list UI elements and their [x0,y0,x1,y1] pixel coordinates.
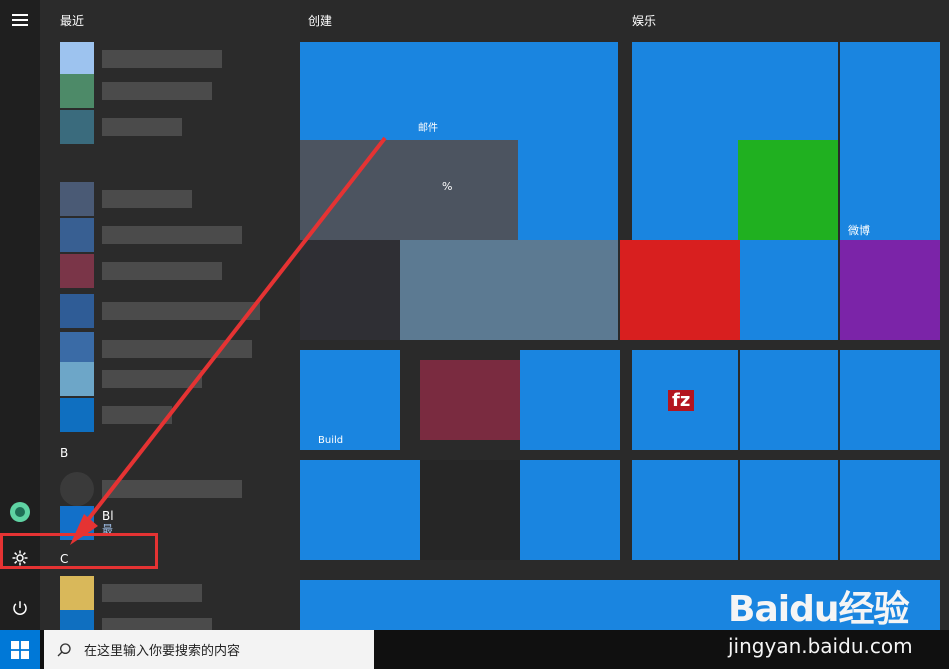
baidu-watermark: Baidu经验 jingyan.baidu.com [728,580,938,660]
start-button[interactable] [0,630,40,669]
watermark-url: jingyan.baidu.com [728,634,913,658]
search-placeholder: 在这里输入你要搜索的内容 [84,644,241,659]
search-box[interactable]: 在这里输入你要搜索的内容 [44,630,374,669]
windows-logo-icon [11,640,29,659]
watermark-logo: Baidu经验 [728,589,909,630]
search-icon [44,642,84,658]
settings-highlight-box [0,533,158,569]
